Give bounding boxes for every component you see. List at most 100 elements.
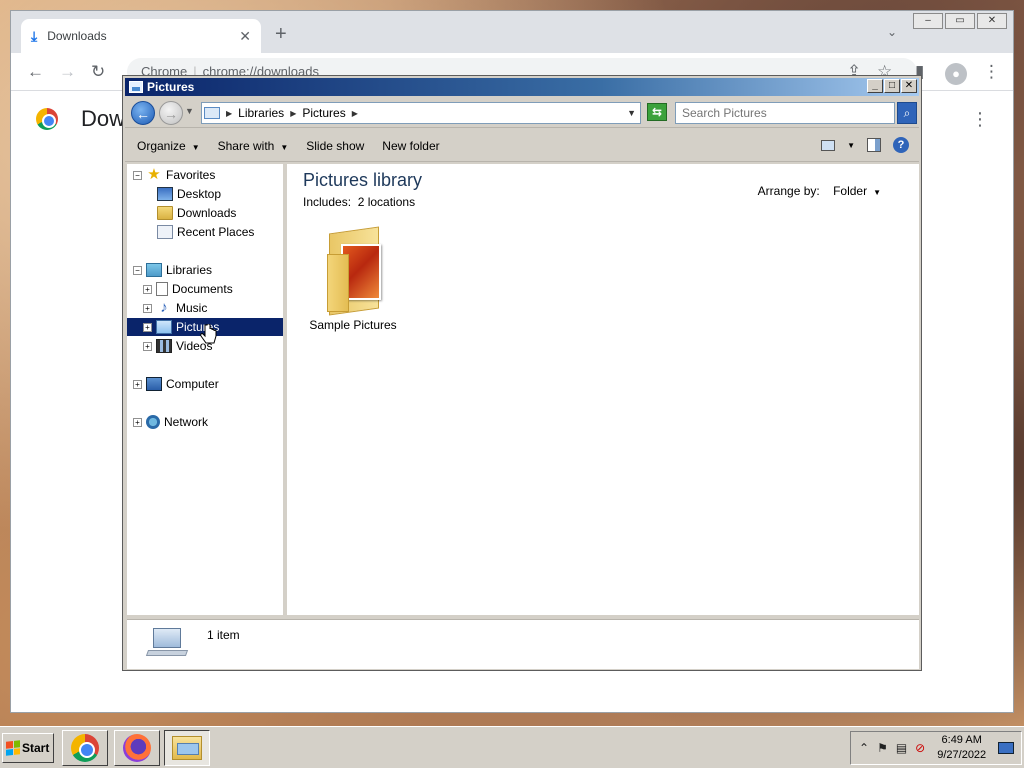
organize-button[interactable]: Organize ▼ (137, 139, 200, 153)
downloads-menu-icon[interactable]: ⋮ (971, 109, 989, 130)
slide-show-button[interactable]: Slide show (306, 139, 364, 153)
folder-label: Sample Pictures (309, 318, 397, 332)
tree-item-documents[interactable]: + Documents (143, 280, 237, 298)
tree-item-music[interactable]: + ♪ Music (143, 299, 211, 317)
expand-icon[interactable]: + (143, 322, 152, 332)
breadcrumb-libraries[interactable]: Libraries (238, 106, 284, 120)
libraries-icon (146, 263, 162, 277)
folder-with-pictures-icon (321, 224, 385, 316)
view-options-dropdown-icon[interactable]: ▼ (847, 141, 855, 150)
back-arrow-icon[interactable]: ← (27, 62, 44, 82)
tree-item-libraries[interactable]: − Libraries (133, 261, 216, 279)
chrome-minimize-button[interactable]: ‒ (913, 13, 943, 29)
forward-button[interactable]: → (159, 101, 183, 125)
navigation-pane: − ★ Favorites Desktop Downloads Recent P… (127, 164, 285, 615)
address-toolbar: ← → ▼ ▶ Libraries ▶ Pictures ▶ ▼ ⇆ ⌕ (125, 98, 919, 128)
collapse-icon[interactable]: − (133, 170, 142, 180)
expand-icon[interactable]: + (143, 284, 152, 294)
address-dropdown-icon[interactable]: ▼ (627, 108, 636, 118)
show-desktop-icon[interactable] (998, 742, 1015, 754)
forward-arrow-icon[interactable]: → (59, 62, 76, 82)
expand-icon[interactable]: + (143, 341, 152, 351)
tab-search-icon[interactable]: ⌄ (887, 25, 897, 39)
collapse-icon[interactable]: − (133, 265, 142, 275)
taskbar: Start ⌃ ⚑ ▤ ⊘ 6:49 AM 9/27/2022 (0, 726, 1024, 768)
page-title: Dow (81, 106, 126, 131)
documents-icon (156, 282, 168, 296)
share-with-button[interactable]: Share with ▼ (218, 139, 289, 153)
chrome-close-button[interactable]: ✕ (977, 13, 1007, 29)
network-status-icon[interactable]: ▤ (896, 741, 907, 755)
explorer-titlebar[interactable]: Pictures _ □ ✕ (125, 78, 919, 96)
search-icon[interactable]: ⌕ (897, 102, 917, 124)
tree-label: Favorites (166, 168, 216, 182)
recent-places-icon (157, 225, 173, 239)
tree-item-computer[interactable]: + Computer (133, 375, 223, 393)
tree-item-favorites[interactable]: − ★ Favorites (133, 166, 219, 184)
breadcrumb-pictures[interactable]: Pictures (302, 106, 345, 120)
folder-item-sample-pictures[interactable]: Sample Pictures (303, 224, 403, 332)
includes-label: Includes: (303, 195, 352, 209)
minimize-button[interactable]: _ (867, 79, 883, 93)
volume-muted-icon[interactable]: ⊘ (915, 741, 925, 755)
chrome-window-controls: ‒ ▭ ✕ (913, 13, 1007, 29)
tree-label: Music (176, 301, 208, 315)
refresh-button[interactable]: ⇆ (647, 103, 667, 121)
chrome-icon (71, 734, 99, 762)
explorer-window-controls: _ □ ✕ (867, 79, 917, 93)
change-view-icon[interactable] (821, 139, 836, 151)
tree-label: Network (164, 415, 209, 429)
arrange-by: Arrange by: Folder ▼ (758, 184, 881, 198)
expand-icon[interactable]: + (133, 379, 142, 389)
new-tab-button[interactable]: + (275, 23, 287, 46)
chrome-maximize-button[interactable]: ▭ (945, 13, 975, 29)
breadcrumb-separator[interactable]: ▶ (290, 109, 296, 118)
tree-item-desktop[interactable]: Desktop (157, 185, 225, 203)
expand-icon[interactable]: + (143, 303, 152, 313)
arrange-by-dropdown[interactable]: Folder ▼ (833, 184, 881, 198)
taskbar-firefox-button[interactable] (114, 730, 160, 766)
tab-downloads[interactable]: ⤓ Downloads ✕ (21, 19, 261, 53)
computer-icon (146, 377, 162, 391)
content-pane: Pictures library Includes: 2 locations A… (287, 164, 919, 615)
taskbar-chrome-button[interactable] (62, 730, 108, 766)
windows-logo-icon (6, 740, 20, 756)
library-title: Pictures library (303, 170, 423, 190)
action-center-flag-icon[interactable]: ⚑ (877, 741, 888, 755)
hand-cursor-icon (200, 324, 217, 344)
clock[interactable]: 6:49 AM 9/27/2022 (937, 733, 986, 763)
taskbar-explorer-button[interactable] (164, 730, 210, 766)
close-button[interactable]: ✕ (901, 79, 917, 93)
show-hidden-icons-chevron-icon[interactable]: ⌃ (859, 741, 869, 755)
start-label: Start (22, 741, 50, 755)
search-input[interactable] (675, 102, 895, 124)
tree-item-network[interactable]: + Network (133, 413, 212, 431)
includes-locations-link[interactable]: 2 locations (358, 195, 415, 209)
music-note-icon: ♪ (160, 299, 168, 316)
tab-close-icon[interactable]: ✕ (239, 28, 251, 45)
tree-label: Desktop (177, 187, 222, 201)
chrome-menu-icon[interactable]: ⋮ (983, 62, 1000, 82)
breadcrumb-end-arrow[interactable]: ▶ (352, 109, 358, 118)
help-icon[interactable]: ? (893, 137, 909, 153)
tree-item-recent-places[interactable]: Recent Places (157, 223, 258, 241)
preview-pane-icon[interactable] (867, 138, 881, 152)
new-folder-button[interactable]: New folder (382, 139, 439, 153)
address-bar[interactable]: ▶ Libraries ▶ Pictures ▶ ▼ (201, 102, 641, 124)
chrome-logo-icon (36, 108, 58, 130)
breadcrumb-root-arrow[interactable]: ▶ (226, 109, 232, 118)
reload-icon[interactable]: ↻ (91, 62, 105, 82)
tree-label: Computer (166, 377, 219, 391)
clock-time: 6:49 AM (941, 734, 982, 746)
pictures-icon (156, 320, 172, 334)
maximize-button[interactable]: □ (884, 79, 900, 93)
details-pane: 1 item (127, 619, 919, 669)
tree-item-downloads[interactable]: Downloads (157, 204, 240, 222)
expand-icon[interactable]: + (133, 417, 142, 427)
start-button[interactable]: Start (2, 733, 54, 763)
recent-pages-dropdown-icon[interactable]: ▼ (185, 106, 194, 116)
profile-avatar[interactable]: ● (945, 63, 967, 85)
pictures-library-icon (129, 81, 143, 93)
tree-label: Downloads (177, 206, 237, 220)
back-button[interactable]: ← (131, 101, 155, 125)
